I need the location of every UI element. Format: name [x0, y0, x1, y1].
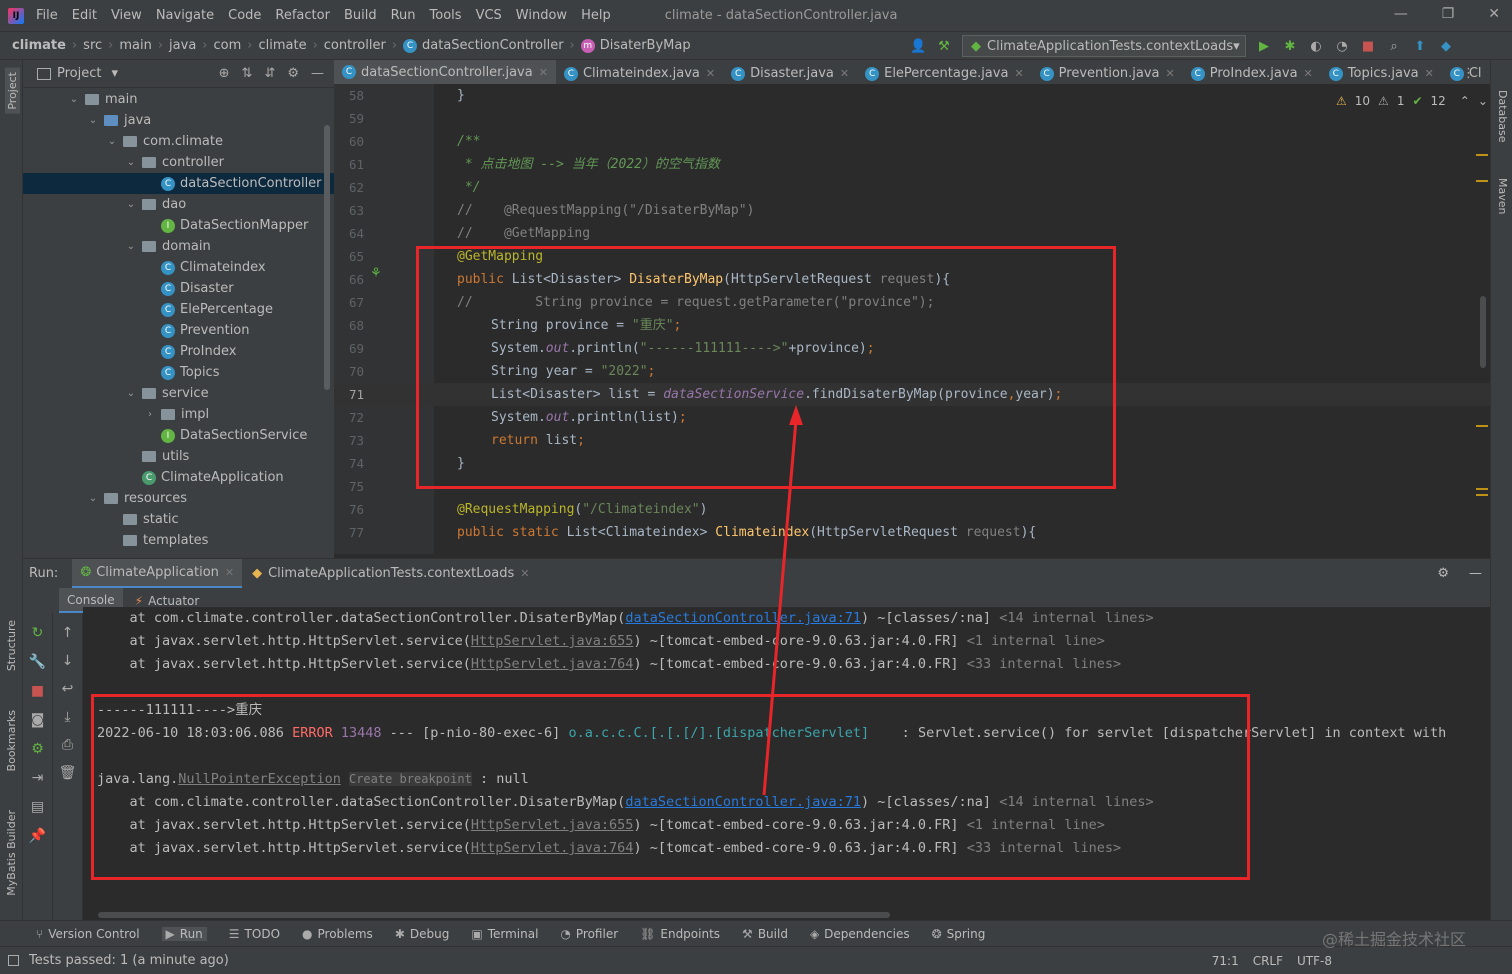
status-bar: Tests passed: 1 (a minute ago) 71:1 CRLF… — [0, 946, 1512, 974]
tool-window-label: Endpoints — [660, 926, 721, 941]
file-encoding[interactable]: UTF-8 — [1297, 954, 1332, 968]
tool-window-dependencies[interactable]: ◈ Dependencies — [810, 927, 910, 941]
build-icon: ⚒ — [742, 926, 753, 941]
tool-window-label: TODO — [244, 926, 281, 941]
tool-window-label: Version Control — [48, 926, 140, 941]
status-icon[interactable] — [8, 955, 19, 966]
tool-window-terminal[interactable]: ▣ Terminal — [471, 927, 538, 941]
tool-window-bar: ⑂ Version Control ▶ Run ☰ TODO ● Problems ✱ Debug… — [0, 920, 1512, 946]
tool-window-label: Problems — [317, 926, 373, 941]
tool-window-problems[interactable]: ● Problems — [302, 927, 373, 941]
tool-window-profiler[interactable]: ◔ Profiler — [560, 927, 618, 941]
tool-window-endpoints[interactable]: ⛓ Endpoints — [640, 927, 720, 941]
tool-window-run[interactable]: ▶ Run — [161, 926, 207, 941]
terminal-icon: ▣ — [471, 926, 483, 941]
tool-window-label: Build — [757, 926, 788, 941]
watermark: @稀土掘金技术社区 — [1322, 930, 1467, 949]
tool-window-version-control[interactable]: ⑂ Version Control — [36, 927, 140, 941]
status-message: Tests passed: 1 (a minute ago) — [29, 953, 229, 968]
problems-icon: ● — [302, 926, 313, 941]
spring-icon: ❂ — [931, 926, 942, 941]
tool-window-build[interactable]: ⚒ Build — [742, 927, 788, 941]
tool-window-debug[interactable]: ✱ Debug — [395, 927, 450, 941]
todo-icon: ☰ — [228, 926, 240, 941]
line-separator[interactable]: CRLF — [1253, 954, 1283, 968]
endpoints-icon: ⛓ — [640, 926, 656, 941]
annotation-arrow — [762, 405, 803, 796]
caret-position[interactable]: 71:1 — [1212, 954, 1239, 968]
tool-window-todo[interactable]: ☰ TODO — [229, 927, 280, 941]
tool-window-label: Dependencies — [824, 926, 910, 941]
profiler-icon: ◔ — [560, 926, 571, 941]
tool-window-label: Profiler — [575, 926, 619, 941]
dependencies-icon: ◈ — [809, 926, 820, 941]
debug-icon: ✱ — [394, 926, 405, 941]
tool-window-label: Run — [179, 926, 203, 941]
tool-window-spring[interactable]: ❂ Spring — [932, 927, 986, 941]
tool-window-label: Debug — [409, 926, 450, 941]
tool-window-label: Terminal — [487, 926, 539, 941]
run-icon: ▶ — [165, 926, 175, 941]
tool-window-label: Spring — [946, 926, 986, 941]
version-control-icon: ⑂ — [36, 926, 44, 941]
